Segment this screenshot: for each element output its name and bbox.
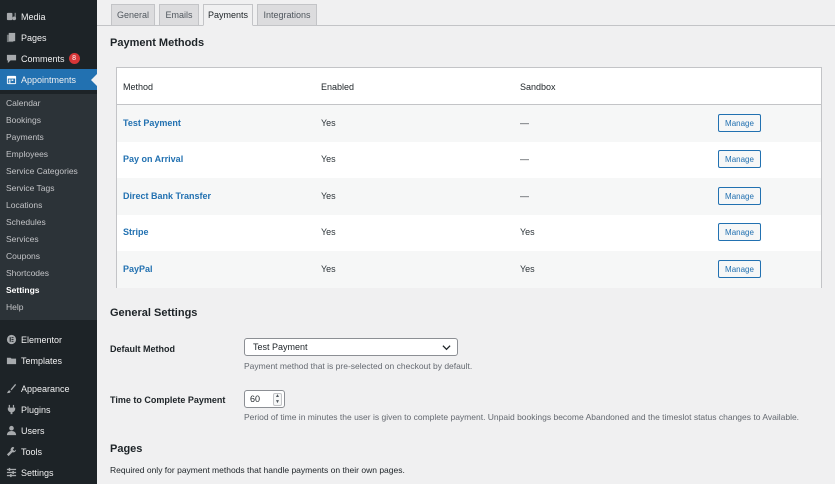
column-header-enabled: Enabled <box>321 82 355 92</box>
tab-payments[interactable]: Payments <box>203 4 253 26</box>
menu-item-users[interactable]: Users <box>0 420 97 441</box>
menu-item-label: Media <box>21 11 46 22</box>
time-to-complete-stepper[interactable]: 60 ▲ ▼ <box>244 390 285 408</box>
wrench-icon <box>5 446 17 458</box>
menu-item-label: Appearance <box>21 383 70 394</box>
submenu-locations[interactable]: Locations <box>6 199 42 211</box>
menu-item-tools[interactable]: Tools <box>0 441 97 462</box>
menu-item-plugins[interactable]: Plugins <box>0 399 97 420</box>
menu-item-label: Pages <box>21 32 47 43</box>
submenu-schedules[interactable]: Schedules <box>6 216 46 228</box>
appointments-submenu: Calendar Bookings Payments Employees Ser… <box>0 94 97 320</box>
table-row: Stripe Yes Yes Manage <box>117 214 821 251</box>
comment-count-badge: 8 <box>68 53 80 64</box>
tab-integrations[interactable]: Integrations <box>257 4 317 26</box>
chevron-down-icon <box>442 345 451 351</box>
manage-button[interactable]: Manage <box>718 187 761 205</box>
menu-item-label: Users <box>21 425 45 436</box>
settings-icon <box>5 467 17 479</box>
submenu-bookings[interactable]: Bookings <box>6 114 41 126</box>
calendar-icon <box>5 74 17 86</box>
submenu-service-tags[interactable]: Service Tags <box>6 182 55 194</box>
user-icon <box>5 425 17 437</box>
submenu-employees[interactable]: Employees <box>6 148 48 160</box>
settings-content: General Emails Payments Integrations Pay… <box>97 0 835 484</box>
enabled-value: Yes <box>321 154 336 164</box>
pages-heading: Pages <box>110 443 143 455</box>
method-name-link[interactable]: Test Payment <box>123 118 181 128</box>
enabled-value: Yes <box>321 264 336 274</box>
method-name-link[interactable]: PayPal <box>123 264 153 274</box>
table-row: Test Payment Yes — Manage <box>117 105 821 142</box>
submenu-coupons[interactable]: Coupons <box>6 250 40 262</box>
default-method-value: Test Payment <box>253 342 308 352</box>
enabled-value: Yes <box>321 227 336 237</box>
payment-methods-table: Method Enabled Sandbox Test Payment Yes … <box>116 67 822 288</box>
time-to-complete-label: Time to Complete Payment <box>110 395 226 405</box>
tab-emails[interactable]: Emails <box>159 4 199 26</box>
submenu-payments[interactable]: Payments <box>6 131 44 143</box>
enabled-value: Yes <box>321 191 336 201</box>
brush-icon <box>5 383 17 395</box>
sandbox-value: Yes <box>520 264 535 274</box>
table-row: Direct Bank Transfer Yes — Manage <box>117 178 821 215</box>
elementor-icon <box>5 334 17 346</box>
menu-item-appearance[interactable]: Appearance <box>0 378 97 399</box>
sandbox-value: — <box>520 118 529 128</box>
method-name-link[interactable]: Stripe <box>123 227 149 237</box>
table-row: Pay on Arrival Yes — Manage <box>117 141 821 178</box>
menu-item-label: Elementor <box>21 334 63 345</box>
default-method-label: Default Method <box>110 344 175 354</box>
media-icon <box>5 11 17 23</box>
general-settings-heading: General Settings <box>110 307 198 319</box>
menu-item-templates[interactable]: Templates <box>0 350 97 371</box>
table-header: Method Enabled Sandbox <box>117 68 821 105</box>
menu-item-label: Tools <box>21 446 43 457</box>
menu-item-elementor[interactable]: Elementor <box>0 329 97 350</box>
plug-icon <box>5 404 17 416</box>
menu-item-media[interactable]: Media <box>0 6 97 27</box>
menu-item-pages[interactable]: Pages <box>0 27 97 48</box>
pages-icon <box>5 32 17 44</box>
time-to-complete-value: 60 <box>250 394 261 404</box>
method-name-link[interactable]: Pay on Arrival <box>123 154 183 164</box>
folder-icon <box>5 355 17 367</box>
chevron-down-icon[interactable]: ▼ <box>275 399 280 405</box>
pages-description: Required only for payment methods that h… <box>110 465 405 475</box>
enabled-value: Yes <box>321 118 336 128</box>
column-header-sandbox: Sandbox <box>520 82 556 92</box>
admin-sidebar: Media Pages Comments 8 Appointments Cale… <box>0 0 97 484</box>
column-header-method: Method <box>123 82 154 92</box>
menu-item-label: Appointments <box>21 74 77 85</box>
submenu-shortcodes[interactable]: Shortcodes <box>6 267 49 279</box>
comments-icon <box>5 53 17 65</box>
submenu-help[interactable]: Help <box>6 301 23 313</box>
time-to-complete-help: Period of time in minutes the user is gi… <box>244 412 800 422</box>
manage-button[interactable]: Manage <box>718 150 761 168</box>
menu-item-label: Plugins <box>21 404 51 415</box>
default-method-help: Payment method that is pre-selected on c… <box>244 361 473 371</box>
menu-item-comments[interactable]: Comments 8 <box>0 48 97 69</box>
default-method-select[interactable]: Test Payment <box>244 338 458 356</box>
menu-item-appointments[interactable]: Appointments <box>0 69 97 90</box>
method-name-link[interactable]: Direct Bank Transfer <box>123 191 211 201</box>
manage-button[interactable]: Manage <box>718 114 761 132</box>
submenu-services[interactable]: Services <box>6 233 39 245</box>
sandbox-value: Yes <box>520 227 535 237</box>
submenu-settings[interactable]: Settings <box>6 284 40 296</box>
menu-item-label: Settings <box>21 467 54 478</box>
table-row: PayPal Yes Yes Manage <box>117 251 821 288</box>
submenu-calendar[interactable]: Calendar <box>6 97 41 109</box>
menu-item-label: Comments <box>21 53 65 64</box>
submenu-service-categories[interactable]: Service Categories <box>6 165 78 177</box>
menu-item-label: Templates <box>21 355 63 366</box>
tab-general[interactable]: General <box>111 4 155 26</box>
manage-button[interactable]: Manage <box>718 260 761 278</box>
sandbox-value: — <box>520 154 529 164</box>
sandbox-value: — <box>520 191 529 201</box>
payment-methods-heading: Payment Methods <box>110 37 205 49</box>
menu-item-settings[interactable]: Settings <box>0 462 97 483</box>
stepper-arrows[interactable]: ▲ ▼ <box>273 393 282 406</box>
manage-button[interactable]: Manage <box>718 223 761 241</box>
